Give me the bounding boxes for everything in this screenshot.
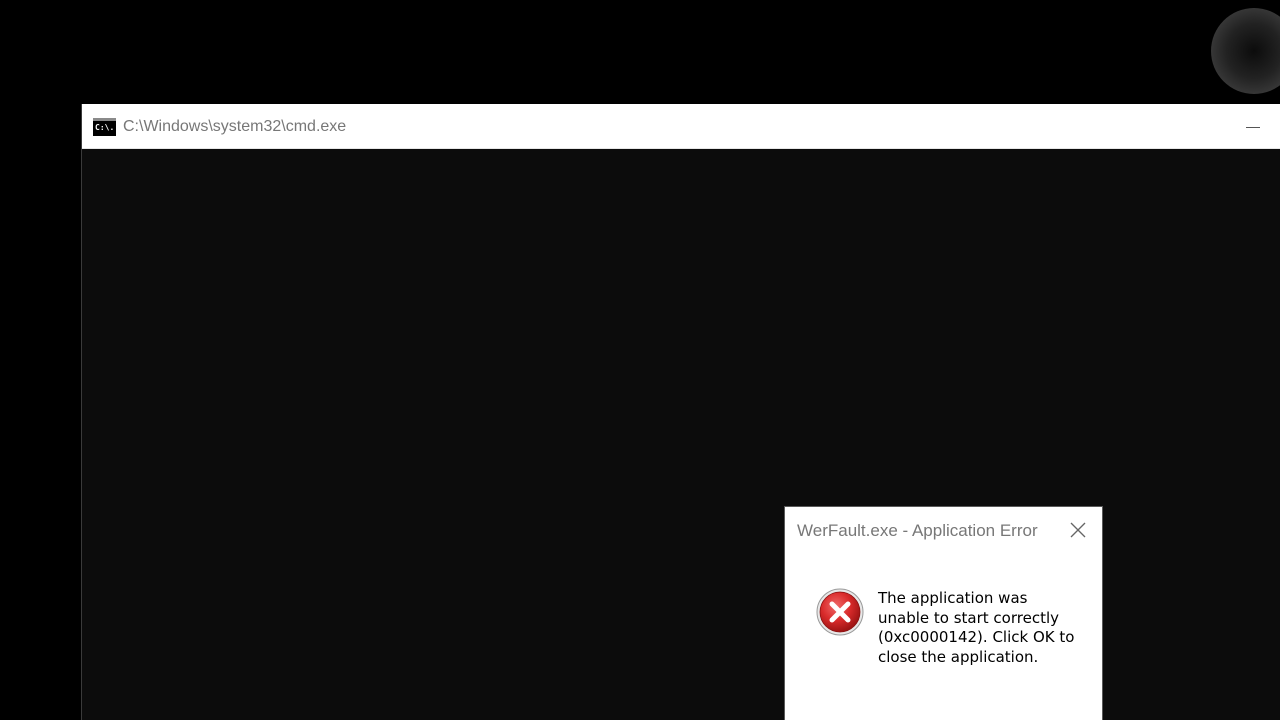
error-dialog[interactable]: WerFault.exe - Application Error The app… <box>784 506 1103 720</box>
dialog-title: WerFault.exe - Application Error <box>797 521 1038 540</box>
cmd-window-title: C:\Windows\system32\cmd.exe <box>123 118 347 135</box>
close-icon[interactable] <box>1065 517 1091 543</box>
error-x-icon <box>815 587 865 637</box>
minimize-icon[interactable] <box>1238 112 1268 142</box>
cmd-titlebar[interactable]: C:\. C:\Windows\system32\cmd.exe <box>82 104 1280 149</box>
command-prompt-icon-label: C:\. <box>95 123 115 132</box>
corner-orb <box>1211 8 1280 94</box>
error-message: The application was unable to start corr… <box>878 589 1075 666</box>
command-prompt-icon: C:\. <box>93 118 116 136</box>
desktop: C:\. C:\Windows\system32\cmd.exe WerFaul… <box>0 0 1280 720</box>
